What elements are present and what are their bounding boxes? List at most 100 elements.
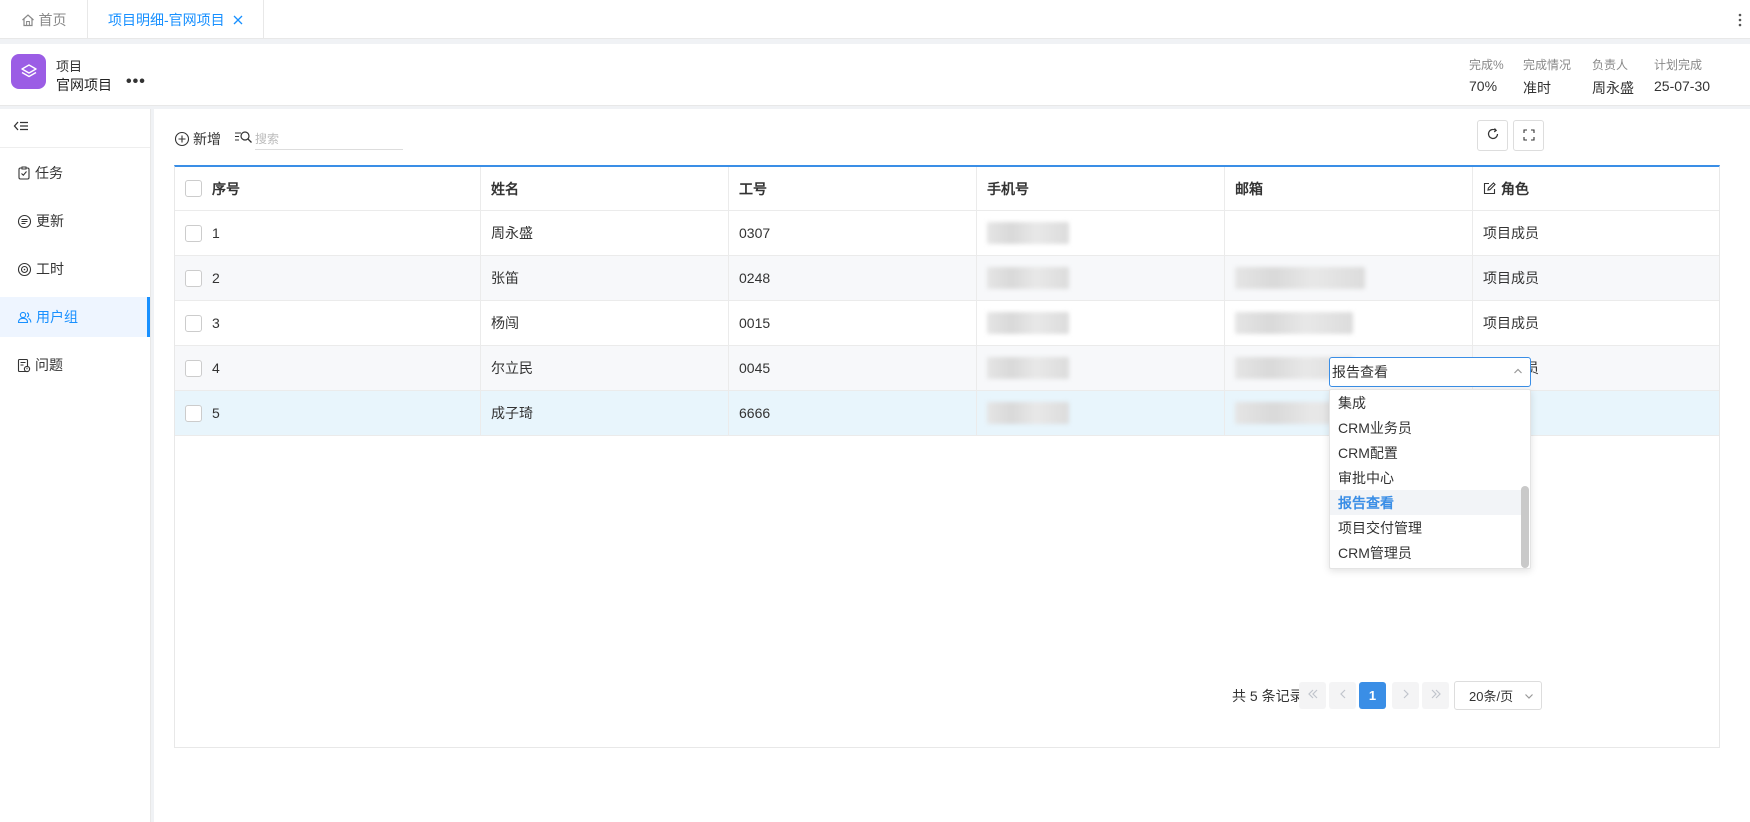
header-cell: 手机号 [977, 167, 1225, 210]
table-cell[interactable]: 项目成员 [1473, 301, 1719, 345]
layers-icon [11, 54, 46, 89]
refresh-icon [1486, 127, 1500, 144]
cell-name: 张笛 [491, 270, 519, 286]
cell-role: 项目成员 [1483, 270, 1539, 286]
prev-page-button[interactable] [1329, 682, 1356, 709]
role-select[interactable]: 报告查看 [1329, 357, 1531, 387]
role-option[interactable]: CRM配置 [1330, 440, 1522, 465]
update-icon [17, 214, 32, 229]
table-cell: 张笛 [481, 256, 729, 300]
add-button[interactable]: 新增 [174, 129, 221, 149]
page-button-current[interactable]: 1 [1359, 682, 1386, 709]
stat-status: 完成情况 准时 [1523, 56, 1571, 98]
sidebar-item-tasks[interactable]: 任务 [0, 153, 150, 193]
filter-search-icon[interactable] [234, 130, 253, 148]
row-checkbox[interactable] [185, 269, 202, 287]
sidebar-item-issues[interactable]: 问题 [0, 345, 150, 385]
table-row[interactable]: 1 周永盛 0307 项目成员 [175, 211, 1719, 256]
sidebar: 任务 更新 工时 用户组 问题 [0, 109, 151, 822]
role-option[interactable]: 审批中心 [1330, 465, 1522, 490]
tab-project-detail[interactable]: 项目明细-官网项目 [88, 0, 264, 39]
cell-name: 尔立民 [491, 360, 533, 376]
stat-value: 70% [1469, 78, 1498, 94]
row-checkbox[interactable] [185, 314, 202, 332]
redacted-phone [987, 267, 1069, 289]
table-cell [977, 256, 1225, 300]
table-cell: 1 [175, 211, 481, 255]
add-circle-icon [174, 131, 190, 147]
cell-no: 4 [212, 360, 220, 376]
first-page-button[interactable] [1299, 682, 1326, 709]
sidebar-item-label: 任务 [35, 165, 63, 181]
cell-role: 项目成员 [1483, 315, 1539, 331]
table-cell [1225, 256, 1473, 300]
sidebar-item-label: 问题 [35, 357, 63, 373]
redacted-email [1235, 312, 1353, 334]
row-checkbox[interactable] [185, 359, 202, 377]
next-page-button[interactable] [1392, 682, 1419, 709]
double-chevron-left-icon [1307, 688, 1319, 703]
sidebar-item-hours[interactable]: 工时 [0, 249, 150, 289]
header-cell: 邮箱 [1225, 167, 1473, 210]
column-header-name: 姓名 [491, 180, 519, 197]
more-vertical-icon[interactable] [1738, 0, 1742, 39]
role-option[interactable]: CRM管理员 [1330, 540, 1522, 565]
stat-value: 25-07-30 [1654, 78, 1711, 94]
redacted-phone [987, 312, 1069, 334]
table-cell: 2 [175, 256, 481, 300]
collapse-menu-icon[interactable] [13, 119, 29, 136]
last-page-button[interactable] [1422, 682, 1449, 709]
chevron-left-icon [1337, 688, 1349, 703]
more-icon[interactable]: ••• [126, 73, 146, 91]
row-checkbox[interactable] [185, 224, 202, 242]
table-cell: 4 [175, 346, 481, 390]
table-cell[interactable]: 项目成员 [1473, 256, 1719, 300]
sidebar-item-user-group[interactable]: 用户组 [0, 297, 150, 337]
role-option[interactable]: 项目交付管理 [1330, 515, 1522, 540]
refresh-button[interactable] [1477, 120, 1508, 151]
select-all-checkbox[interactable] [185, 180, 202, 197]
table-cell: 5 [175, 391, 481, 435]
role-option[interactable]: 集成 [1330, 390, 1522, 415]
double-chevron-right-icon [1430, 688, 1442, 703]
cell-no: 3 [212, 315, 220, 331]
cell-emp-id: 0045 [739, 360, 771, 376]
search-input[interactable] [255, 128, 403, 150]
table-cell: 0015 [729, 301, 977, 345]
page-size-select[interactable]: 20条/页 [1454, 681, 1542, 710]
sidebar-item-updates[interactable]: 更新 [0, 201, 150, 241]
cell-role: 项目成员 [1483, 225, 1539, 241]
stat-label: 完成情况 [1523, 58, 1572, 72]
table-header-row: 序号 姓名 工号 手机号 邮箱 角色 [175, 167, 1719, 211]
timer-icon [17, 262, 32, 277]
tab-home[interactable]: 首页 [0, 0, 88, 39]
stat-completion: 完成% 70% [1469, 56, 1504, 94]
cell-no: 5 [212, 405, 220, 421]
page-size-value: 20条/页 [1469, 689, 1514, 704]
table-row[interactable]: 2 张笛 0248 项目成员 [175, 256, 1719, 301]
table-cell: 0307 [729, 211, 977, 255]
role-option[interactable]: CRM业务员 [1330, 415, 1522, 440]
cell-emp-id: 0015 [739, 315, 771, 331]
table-row[interactable]: 3 杨闯 0015 项目成员 [175, 301, 1719, 346]
user-group-icon [17, 310, 32, 324]
chevron-down-icon [1523, 690, 1535, 702]
redacted-email [1235, 267, 1365, 289]
stat-value: 准时 [1523, 80, 1551, 96]
close-icon[interactable] [233, 12, 243, 28]
cell-emp-id: 6666 [739, 405, 771, 421]
chevron-up-icon [1512, 365, 1524, 377]
table-cell[interactable]: 项目成员 [1473, 211, 1719, 255]
dropdown-scrollbar[interactable] [1521, 486, 1529, 568]
column-header-email: 邮箱 [1235, 180, 1263, 197]
role-option-selected[interactable]: 报告查看 [1330, 490, 1522, 515]
task-icon [17, 166, 31, 180]
row-checkbox[interactable] [185, 404, 202, 422]
table-cell [977, 346, 1225, 390]
fullscreen-button[interactable] [1513, 120, 1544, 151]
issue-icon [17, 358, 31, 373]
fullscreen-icon [1522, 128, 1535, 144]
header-cell: 姓名 [481, 167, 729, 210]
tab-bar: 首页 项目明细-官网项目 [0, 0, 1750, 39]
table-cell: 周永盛 [481, 211, 729, 255]
